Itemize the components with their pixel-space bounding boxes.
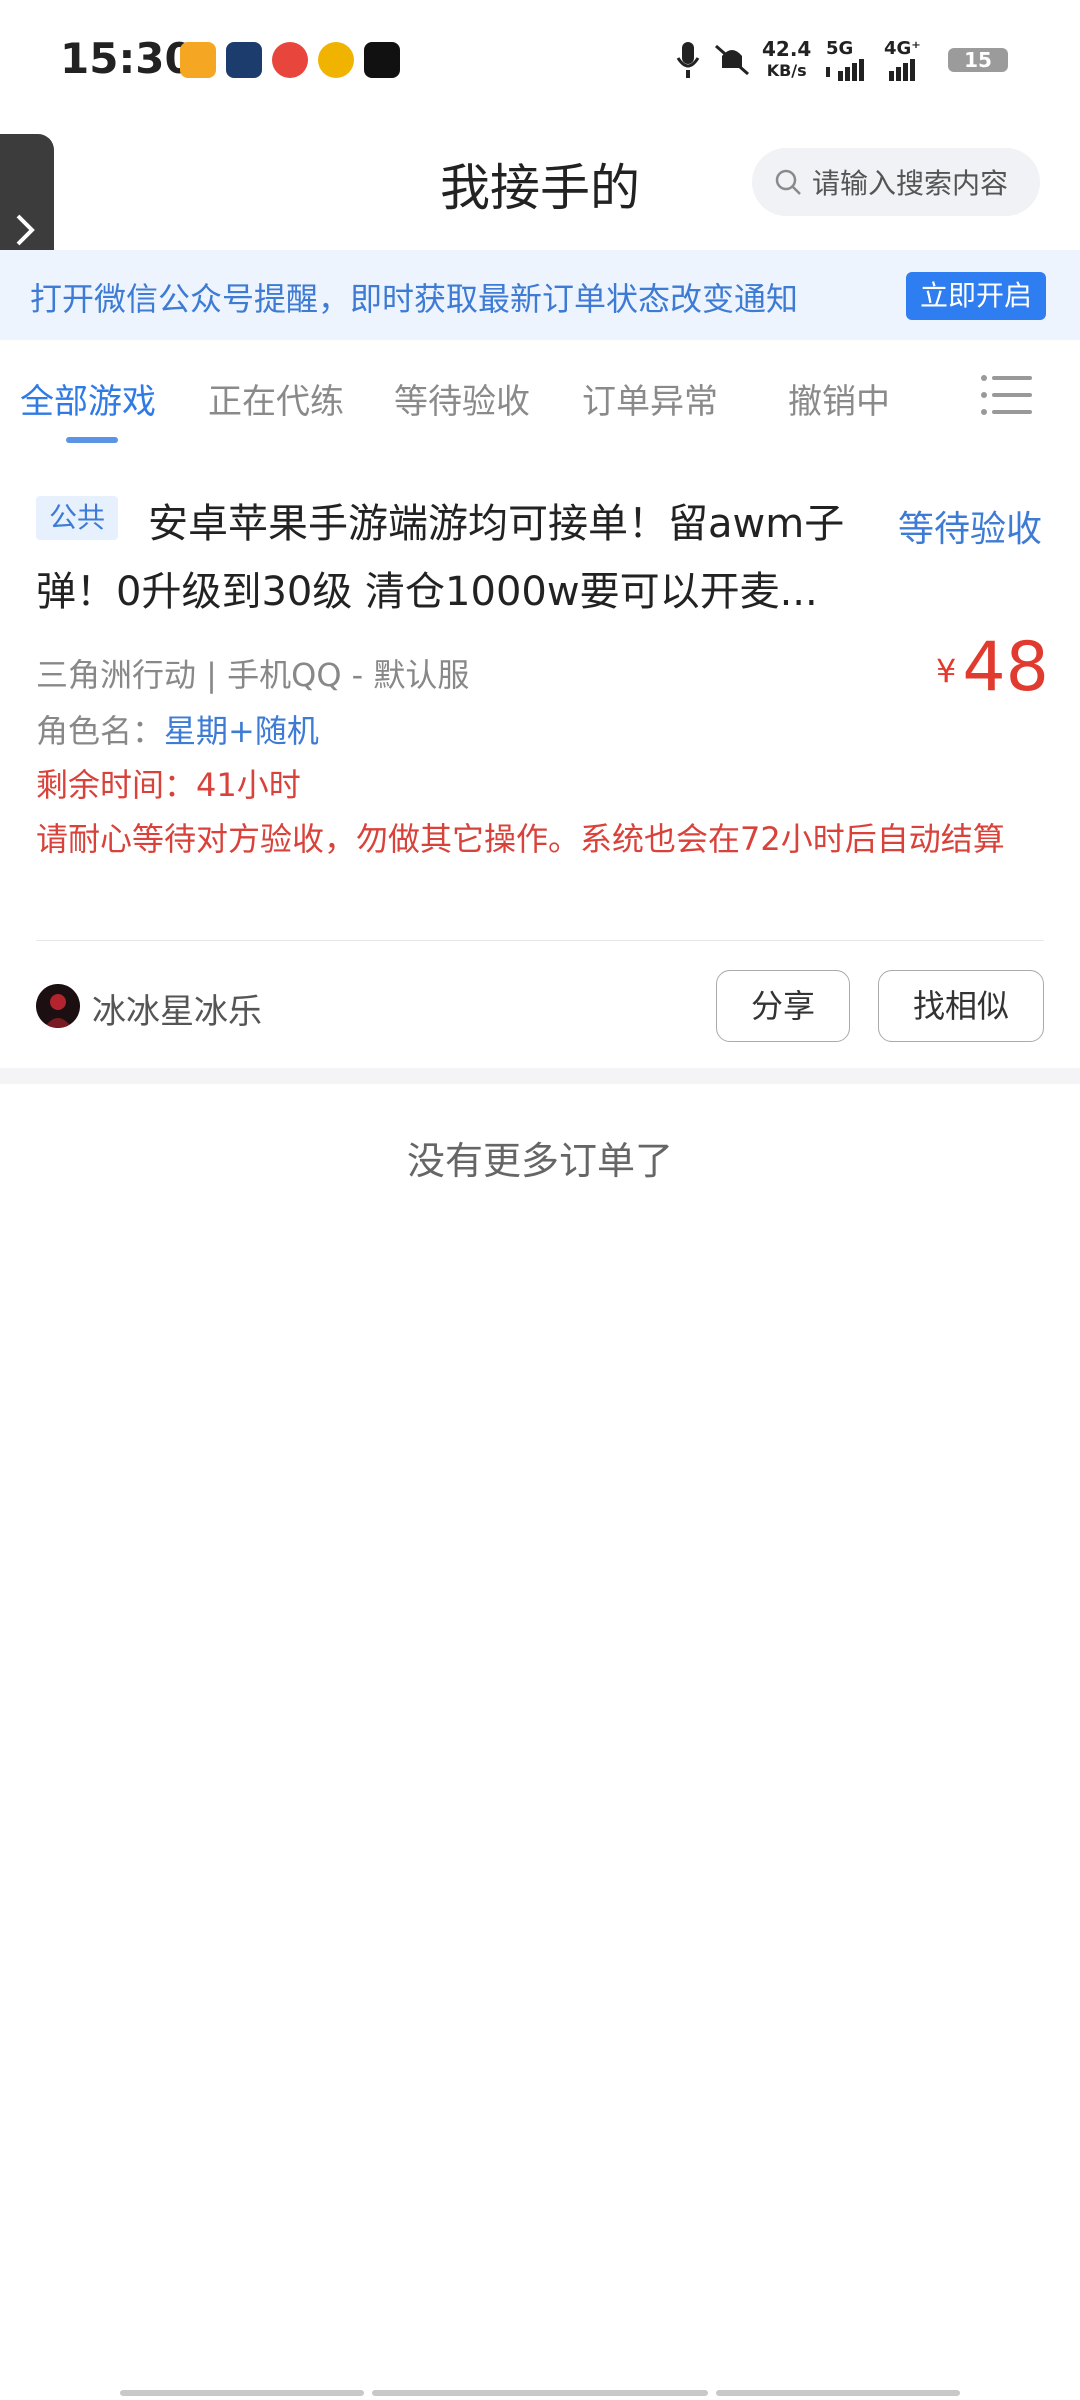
gesture-bar-segment <box>716 2390 960 2396</box>
role-name-row: 角色名：星期+随机 <box>36 706 319 752</box>
signal-4g: 4G⁺ <box>884 38 924 81</box>
microphone-icon <box>676 42 700 78</box>
no-more-orders-text: 没有更多订单了 <box>406 1139 673 1183</box>
tab-awaiting-acceptance[interactable]: 等待验收 <box>394 374 530 423</box>
find-similar-button[interactable]: 找相似 <box>878 970 1044 1042</box>
signal-bars-icon <box>889 59 915 81</box>
share-button[interactable]: 分享 <box>716 970 850 1042</box>
netease-music-icon <box>272 42 308 78</box>
status-time: 15:30 <box>60 34 194 83</box>
banner-text: 打开微信公众号提醒，即时获取最新订单状态改变通知 <box>30 280 799 318</box>
search-input[interactable]: 请输入搜索内容 <box>752 148 1040 216</box>
notes-app-icon <box>180 42 216 78</box>
gesture-bar-segment <box>372 2390 708 2396</box>
order-card[interactable]: 安卓苹果手游端游均可接单！留awm子弹！0升级到30级 清仓1000w要可以开麦… <box>0 456 1080 1068</box>
card-divider <box>36 940 1044 941</box>
menu-list-icon[interactable] <box>980 374 1032 416</box>
order-notice: 请耐心等待对方验收，勿做其它操作。系统也会在72小时后自动结算 <box>36 820 1005 858</box>
order-tabs: 全部游戏 正在代练 等待验收 订单异常 撤销中 <box>0 340 1080 457</box>
app-header: ‹ 我接手的 请输入搜索内容 <box>0 120 1080 250</box>
battery-indicator: 15 <box>948 48 1008 72</box>
public-tag: 公共 <box>36 496 118 540</box>
publisher-name: 冰冰星冰乐 <box>92 992 262 1032</box>
game-app-icon <box>226 42 262 78</box>
status-bar: 15:30 42.4 KB/s 5G 4G⁺ 15 <box>0 0 1080 120</box>
price-value: 48 <box>962 628 1049 707</box>
gesture-bar-segment <box>120 2390 364 2396</box>
order-price: ¥48 <box>936 628 1049 707</box>
tab-in-progress[interactable]: 正在代练 <box>208 374 344 423</box>
tab-cancelling[interactable]: 撤销中 <box>788 374 890 423</box>
remaining-time: 剩余时间：41小时 <box>36 766 301 804</box>
signal-5g: 5G <box>826 38 866 81</box>
tab-all-games[interactable]: 全部游戏 <box>20 374 156 423</box>
price-currency: ¥ <box>936 652 957 690</box>
mute-icon <box>715 44 749 76</box>
avatar-image-icon <box>36 984 80 1028</box>
search-icon <box>775 169 801 195</box>
enable-notify-button[interactable]: 立即开启 <box>906 272 1046 320</box>
game-server-info: 三角洲行动 | 手机QQ - 默认服 <box>36 656 470 694</box>
weibo-icon <box>318 42 354 78</box>
role-value: 星期+随机 <box>164 712 319 750</box>
tab-order-exception[interactable]: 订单异常 <box>582 374 718 423</box>
avatar <box>36 984 80 1028</box>
wechat-notify-banner: 打开微信公众号提醒，即时获取最新订单状态改变通知 立即开启 <box>0 250 1080 340</box>
order-status: 等待验收 <box>898 509 1043 550</box>
section-separator <box>0 1068 1080 1084</box>
order-title: 安卓苹果手游端游均可接单！留awm子弹！0升级到30级 清仓1000w要可以开麦… <box>36 501 845 615</box>
chevron-right-icon <box>16 214 35 246</box>
active-tab-indicator <box>66 437 118 443</box>
tiktok-icon <box>364 42 400 78</box>
role-label: 角色名： <box>36 712 165 750</box>
signal-bars-icon <box>826 59 864 81</box>
search-placeholder: 请输入搜索内容 <box>812 167 1009 200</box>
net-speed: 42.4 KB/s <box>762 37 812 80</box>
